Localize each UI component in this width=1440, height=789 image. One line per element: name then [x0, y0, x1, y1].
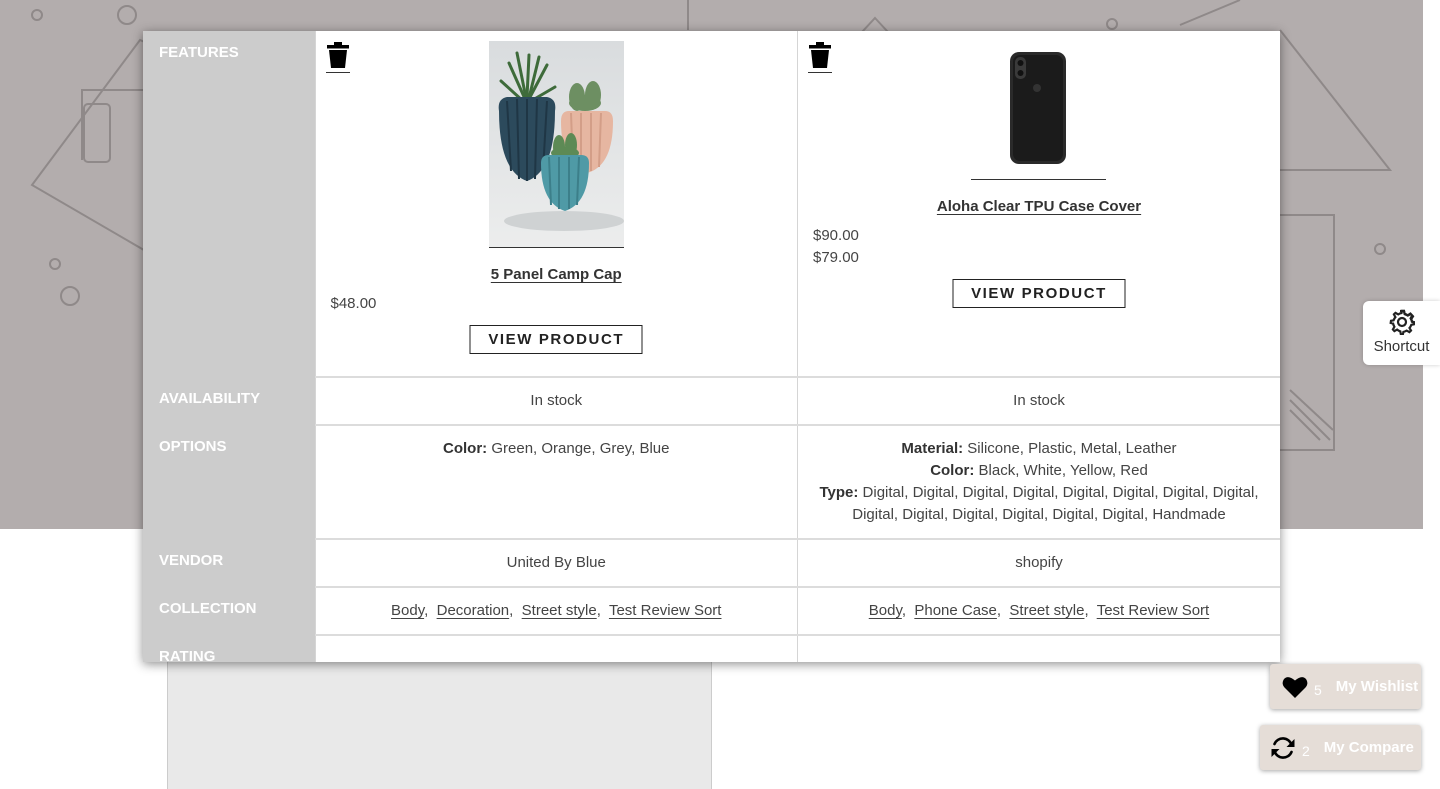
options-label: OPTIONS [143, 425, 315, 539]
option-values: Green, Orange, Grey, Blue [491, 440, 670, 457]
black-phone-case-image[interactable] [971, 41, 1106, 180]
collection-link[interactable]: Body [391, 602, 424, 619]
my-compare-button[interactable]: 2 My Compare [1260, 725, 1421, 770]
background-panel [167, 640, 712, 789]
compare-at-price: $90.00 [813, 227, 859, 244]
availability-value: In stock [797, 377, 1280, 426]
remove-product-button[interactable] [808, 41, 832, 73]
compare-modal: FEATURES 5 Panel Camp Cap $48.00 VIEW PR… [143, 31, 1280, 662]
price: $48.00 [330, 295, 377, 312]
shortcut-label: Shortcut [1373, 338, 1430, 355]
shortcut-button[interactable]: Shortcut [1363, 301, 1440, 365]
view-product-button[interactable]: VIEW PRODUCT [469, 325, 643, 354]
heart-icon [1282, 676, 1308, 698]
view-product-button[interactable]: VIEW PRODUCT [952, 279, 1126, 308]
rating-value [797, 635, 1280, 662]
vendor-value: United By Blue [314, 539, 798, 588]
collection-link[interactable]: Body [869, 602, 902, 619]
collection-link[interactable]: Test Review Sort [1097, 602, 1210, 619]
option-values: Digital, Digital, Digital, Digital, Digi… [852, 484, 1259, 523]
product-name-link[interactable]: 5 Panel Camp Cap [491, 266, 622, 283]
remove-product-button[interactable] [325, 41, 350, 73]
collection-link[interactable]: Street style [1009, 602, 1084, 619]
compare-label: My Compare [1323, 739, 1414, 756]
option-line: Color: Black, White, Yellow, Red [814, 460, 1264, 482]
option-label: Color: [443, 440, 488, 457]
gear-icon [1388, 309, 1415, 335]
option-line: Color: Green, Orange, Grey, Blue [332, 438, 782, 460]
vendor-label: VENDOR [143, 539, 315, 587]
options-value: Color: Green, Orange, Grey, Blue [314, 425, 798, 540]
wishlist-count: 5 [1314, 681, 1322, 698]
rating-label: RATING [143, 635, 315, 662]
collection-label: COLLECTION [143, 587, 315, 635]
option-label: Color: [930, 462, 975, 479]
collection-link[interactable]: Decoration [437, 602, 510, 619]
rating-value [314, 635, 798, 662]
option-line: Type: Digital, Digital, Digital, Digital… [814, 482, 1264, 526]
collection-link[interactable]: Street style [522, 602, 597, 619]
option-label: Type: [819, 484, 859, 501]
refresh-icon [1271, 736, 1295, 759]
collection-link[interactable]: Phone Case [914, 602, 997, 619]
potted-succulents-image[interactable] [488, 41, 624, 248]
collection-value: Body, Phone Case, Street style, Test Rev… [797, 587, 1280, 636]
collection-value: Body, Decoration, Street style, Test Rev… [314, 587, 798, 636]
product-column-2: Aloha Clear TPU Case Cover $90.00 $79.00… [797, 31, 1280, 378]
features-label: FEATURES [143, 31, 315, 377]
option-values: Black, White, Yellow, Red [978, 462, 1148, 479]
compare-count: 2 [1302, 742, 1310, 759]
trash-icon [809, 42, 831, 68]
wishlist-label: My Wishlist [1335, 678, 1419, 695]
option-values: Silicone, Plastic, Metal, Leather [967, 440, 1177, 457]
option-label: Material: [901, 440, 964, 457]
product-image [971, 41, 1106, 179]
my-wishlist-button[interactable]: 5 My Wishlist [1270, 664, 1421, 709]
vendor-value: shopify [797, 539, 1280, 588]
collection-link[interactable]: Test Review Sort [609, 602, 722, 619]
options-value: Material: Silicone, Plastic, Metal, Leat… [797, 425, 1280, 540]
sale-price: $79.00 [813, 249, 859, 266]
trash-icon [326, 42, 349, 68]
product-name-link[interactable]: Aloha Clear TPU Case Cover [937, 198, 1141, 215]
availability-label: AVAILABILITY [143, 377, 315, 425]
availability-value: In stock [314, 377, 798, 426]
compare-table: FEATURES 5 Panel Camp Cap $48.00 VIEW PR… [143, 31, 1280, 662]
product-column-1: 5 Panel Camp Cap $48.00 VIEW PRODUCT [314, 31, 798, 378]
product-image [488, 41, 624, 247]
option-line: Material: Silicone, Plastic, Metal, Leat… [814, 438, 1264, 460]
